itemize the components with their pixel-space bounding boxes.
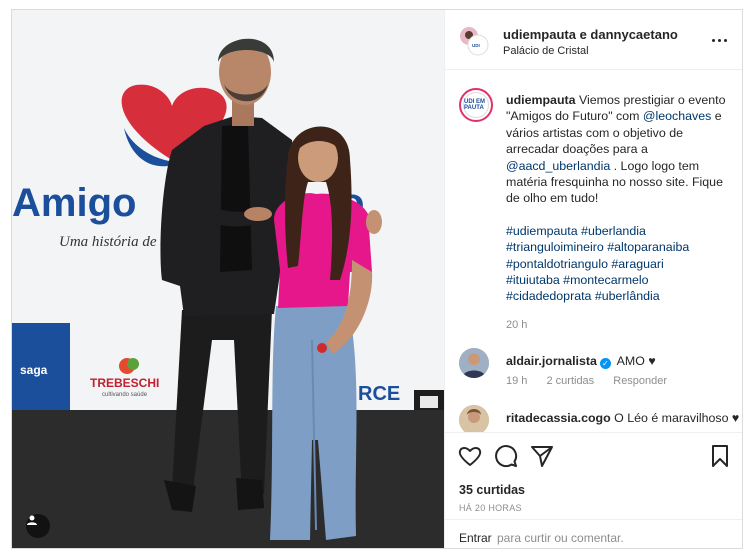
commenter-avatar[interactable] — [459, 348, 489, 378]
post-location[interactable]: Palácio de Cristal — [503, 45, 589, 57]
post-timestamp: HÁ 20 HORAS — [459, 503, 522, 513]
caption-username[interactable]: udiempauta — [506, 93, 576, 107]
post-authors[interactable]: udiempauta e dannycaetano — [503, 27, 678, 42]
heart-icon[interactable] — [457, 443, 483, 469]
add-comment-bar: Entrar para curtir ou comentar. — [445, 519, 742, 548]
hashtag-line[interactable]: #cidadedoprata #uberlândia — [506, 288, 739, 304]
comment-time: 19 h — [506, 375, 528, 387]
sponsor-rce: RCE — [358, 383, 400, 405]
sponsor-saga: saga — [20, 363, 48, 377]
caption-text: udiempauta Viemos prestigiar o evento "A… — [506, 92, 739, 333]
photo-illustration: Amigo o Uma história de saga TREBESCHI c… — [12, 10, 444, 548]
post-photo[interactable]: Amigo o Uma história de saga TREBESCHI c… — [12, 10, 444, 548]
login-link[interactable]: Entrar — [459, 531, 492, 545]
svg-text:UDI: UDI — [472, 43, 480, 48]
banner-title: Amigo — [12, 181, 136, 225]
reply-button[interactable]: Responder — [613, 375, 667, 387]
comment-text: ritadecassia.cogo O Léo é maravilhoso ♥ — [506, 410, 742, 426]
action-bar: 35 curtidas HÁ 20 HORAS Entrar para curt… — [445, 432, 742, 548]
hashtags: #udiempauta #uberlandia #trianguloiminei… — [506, 223, 739, 305]
post-header: UDI udiempauta e dannycaetano Palácio de… — [445, 10, 742, 70]
comment-body: O Léo é maravilhoso ♥ — [614, 411, 740, 425]
comment-text: aldair.jornalista ✓ AMO ♥ — [506, 353, 739, 369]
comment-icon[interactable] — [493, 443, 519, 469]
comment-meta: 19 h 2 curtidas Responder — [506, 375, 683, 387]
hashtag-line[interactable]: #pontaldotriangulo #araguari — [506, 256, 739, 272]
sponsor-trebeschi: TREBESCHI — [90, 376, 159, 390]
likes-count[interactable]: 35 curtidas — [459, 483, 525, 497]
instagram-post: Amigo o Uma história de saga TREBESCHI c… — [11, 9, 743, 549]
caption-time: 20 h — [506, 318, 528, 331]
more-icon[interactable] — [709, 30, 729, 50]
comments-section: UDI EM PAUTA udiempauta Viemos prestigia… — [445, 70, 742, 432]
hashtag-line[interactable]: #trianguloimineiro #altoparanaiba — [506, 239, 739, 255]
mention-leochaves[interactable]: @leochaves — [643, 109, 711, 123]
mention-aacd[interactable]: @aacd_uberlandia — [506, 159, 610, 173]
comment-username[interactable]: ritadecassia.cogo — [506, 411, 611, 425]
user-tag-icon[interactable] — [26, 514, 50, 538]
dual-avatar[interactable]: UDI — [459, 26, 489, 56]
verified-icon: ✓ — [599, 358, 611, 369]
comment-body: AMO ♥ — [616, 354, 656, 368]
hashtag-line[interactable]: #udiempauta #uberlandia — [506, 223, 739, 239]
comment-likes[interactable]: 2 curtidas — [546, 375, 594, 387]
hashtag-line[interactable]: #ituiutaba #montecarmelo — [506, 272, 739, 288]
bookmark-icon[interactable] — [707, 443, 733, 469]
comment-username[interactable]: aldair.jornalista — [506, 354, 597, 368]
sponsor-trebeschi-sub: cultivando saúde — [102, 392, 148, 398]
banner-subtitle: Uma história de — [59, 234, 157, 250]
caption-avatar[interactable]: UDI EM PAUTA — [459, 88, 493, 122]
udiempauta-logo: UDI EM PAUTA — [463, 92, 489, 118]
send-icon[interactable] — [529, 443, 555, 469]
add-comment-prompt: para curtir ou comentar. — [497, 531, 624, 545]
post-sidebar: UDI udiempauta e dannycaetano Palácio de… — [444, 10, 742, 548]
commenter-avatar[interactable] — [459, 405, 489, 432]
